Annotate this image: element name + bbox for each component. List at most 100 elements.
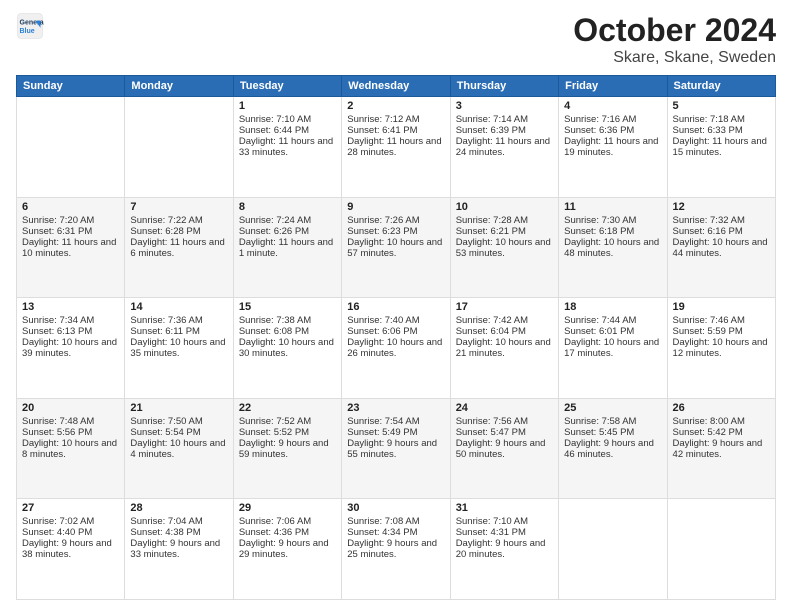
sunrise-text: Sunrise: 7:12 AM xyxy=(347,114,419,125)
sunset-text: Sunset: 6:06 PM xyxy=(347,326,417,337)
sunset-text: Sunset: 6:31 PM xyxy=(22,226,92,237)
daylight-text: Daylight: 10 hours and 57 minutes. xyxy=(347,237,442,259)
day-number: 4 xyxy=(564,100,661,112)
sunrise-text: Sunrise: 7:42 AM xyxy=(456,315,528,326)
day-number: 26 xyxy=(673,402,770,414)
day-number: 31 xyxy=(456,502,553,514)
sunrise-text: Sunrise: 7:14 AM xyxy=(456,114,528,125)
sunset-text: Sunset: 5:56 PM xyxy=(22,427,92,438)
cell-3-2: 22 Sunrise: 7:52 AM Sunset: 5:52 PM Dayl… xyxy=(233,398,341,499)
cell-1-6: 12 Sunrise: 7:32 AM Sunset: 6:16 PM Dayl… xyxy=(667,197,775,298)
week-row-0: 1 Sunrise: 7:10 AM Sunset: 6:44 PM Dayli… xyxy=(17,97,776,198)
cell-1-5: 11 Sunrise: 7:30 AM Sunset: 6:18 PM Dayl… xyxy=(559,197,667,298)
sunrise-text: Sunrise: 7:22 AM xyxy=(130,215,202,226)
cell-4-0: 27 Sunrise: 7:02 AM Sunset: 4:40 PM Dayl… xyxy=(17,499,125,600)
cell-1-0: 6 Sunrise: 7:20 AM Sunset: 6:31 PM Dayli… xyxy=(17,197,125,298)
cell-2-6: 19 Sunrise: 7:46 AM Sunset: 5:59 PM Dayl… xyxy=(667,298,775,399)
sunset-text: Sunset: 6:41 PM xyxy=(347,125,417,136)
header-thursday: Thursday xyxy=(450,76,558,97)
cell-3-3: 23 Sunrise: 7:54 AM Sunset: 5:49 PM Dayl… xyxy=(342,398,450,499)
cell-0-1 xyxy=(125,97,233,198)
header-friday: Friday xyxy=(559,76,667,97)
calendar-table: Sunday Monday Tuesday Wednesday Thursday… xyxy=(16,75,776,600)
sunset-text: Sunset: 6:33 PM xyxy=(673,125,743,136)
cell-2-4: 17 Sunrise: 7:42 AM Sunset: 6:04 PM Dayl… xyxy=(450,298,558,399)
sunset-text: Sunset: 4:34 PM xyxy=(347,527,417,538)
sunrise-text: Sunrise: 7:06 AM xyxy=(239,516,311,527)
daylight-text: Daylight: 10 hours and 26 minutes. xyxy=(347,337,442,359)
day-number: 21 xyxy=(130,402,227,414)
cell-4-6 xyxy=(667,499,775,600)
day-number: 5 xyxy=(673,100,770,112)
sunrise-text: Sunrise: 7:18 AM xyxy=(673,114,745,125)
sunrise-text: Sunrise: 7:36 AM xyxy=(130,315,202,326)
daylight-text: Daylight: 10 hours and 4 minutes. xyxy=(130,438,225,460)
day-number: 30 xyxy=(347,502,444,514)
sunrise-text: Sunrise: 7:02 AM xyxy=(22,516,94,527)
cell-2-1: 14 Sunrise: 7:36 AM Sunset: 6:11 PM Dayl… xyxy=(125,298,233,399)
daylight-text: Daylight: 11 hours and 6 minutes. xyxy=(130,237,224,259)
main-title: October 2024 xyxy=(573,12,776,49)
sunset-text: Sunset: 6:23 PM xyxy=(347,226,417,237)
day-number: 28 xyxy=(130,502,227,514)
daylight-text: Daylight: 9 hours and 46 minutes. xyxy=(564,438,654,460)
calendar-header-row: Sunday Monday Tuesday Wednesday Thursday… xyxy=(17,76,776,97)
sunrise-text: Sunrise: 7:52 AM xyxy=(239,416,311,427)
sunrise-text: Sunrise: 7:46 AM xyxy=(673,315,745,326)
sunset-text: Sunset: 6:21 PM xyxy=(456,226,526,237)
sunrise-text: Sunrise: 7:10 AM xyxy=(456,516,528,527)
daylight-text: Daylight: 10 hours and 53 minutes. xyxy=(456,237,551,259)
cell-4-5 xyxy=(559,499,667,600)
sunrise-text: Sunrise: 7:56 AM xyxy=(456,416,528,427)
sunset-text: Sunset: 6:13 PM xyxy=(22,326,92,337)
sunrise-text: Sunrise: 7:20 AM xyxy=(22,215,94,226)
sunrise-text: Sunrise: 7:08 AM xyxy=(347,516,419,527)
sunset-text: Sunset: 6:18 PM xyxy=(564,226,634,237)
sunset-text: Sunset: 6:39 PM xyxy=(456,125,526,136)
svg-text:Blue: Blue xyxy=(20,28,35,35)
header-saturday: Saturday xyxy=(667,76,775,97)
sunset-text: Sunset: 4:31 PM xyxy=(456,527,526,538)
week-row-4: 27 Sunrise: 7:02 AM Sunset: 4:40 PM Dayl… xyxy=(17,499,776,600)
day-number: 12 xyxy=(673,201,770,213)
sunset-text: Sunset: 6:11 PM xyxy=(130,326,200,337)
cell-0-5: 4 Sunrise: 7:16 AM Sunset: 6:36 PM Dayli… xyxy=(559,97,667,198)
sunset-text: Sunset: 4:38 PM xyxy=(130,527,200,538)
daylight-text: Daylight: 9 hours and 55 minutes. xyxy=(347,438,437,460)
cell-3-0: 20 Sunrise: 7:48 AM Sunset: 5:56 PM Dayl… xyxy=(17,398,125,499)
cell-3-5: 25 Sunrise: 7:58 AM Sunset: 5:45 PM Dayl… xyxy=(559,398,667,499)
sunrise-text: Sunrise: 7:04 AM xyxy=(130,516,202,527)
cell-2-3: 16 Sunrise: 7:40 AM Sunset: 6:06 PM Dayl… xyxy=(342,298,450,399)
daylight-text: Daylight: 10 hours and 44 minutes. xyxy=(673,237,768,259)
daylight-text: Daylight: 10 hours and 17 minutes. xyxy=(564,337,659,359)
cell-3-4: 24 Sunrise: 7:56 AM Sunset: 5:47 PM Dayl… xyxy=(450,398,558,499)
day-number: 10 xyxy=(456,201,553,213)
cell-1-1: 7 Sunrise: 7:22 AM Sunset: 6:28 PM Dayli… xyxy=(125,197,233,298)
sunrise-text: Sunrise: 7:10 AM xyxy=(239,114,311,125)
day-number: 3 xyxy=(456,100,553,112)
day-number: 9 xyxy=(347,201,444,213)
sunset-text: Sunset: 6:01 PM xyxy=(564,326,634,337)
day-number: 20 xyxy=(22,402,119,414)
daylight-text: Daylight: 9 hours and 20 minutes. xyxy=(456,538,546,560)
cell-0-2: 1 Sunrise: 7:10 AM Sunset: 6:44 PM Dayli… xyxy=(233,97,341,198)
header-sunday: Sunday xyxy=(17,76,125,97)
cell-4-1: 28 Sunrise: 7:04 AM Sunset: 4:38 PM Dayl… xyxy=(125,499,233,600)
week-row-2: 13 Sunrise: 7:34 AM Sunset: 6:13 PM Dayl… xyxy=(17,298,776,399)
day-number: 1 xyxy=(239,100,336,112)
cell-0-6: 5 Sunrise: 7:18 AM Sunset: 6:33 PM Dayli… xyxy=(667,97,775,198)
sunrise-text: Sunrise: 7:40 AM xyxy=(347,315,419,326)
cell-2-2: 15 Sunrise: 7:38 AM Sunset: 6:08 PM Dayl… xyxy=(233,298,341,399)
cell-1-3: 9 Sunrise: 7:26 AM Sunset: 6:23 PM Dayli… xyxy=(342,197,450,298)
day-number: 23 xyxy=(347,402,444,414)
sunrise-text: Sunrise: 7:34 AM xyxy=(22,315,94,326)
sunrise-text: Sunrise: 8:00 AM xyxy=(673,416,745,427)
sunset-text: Sunset: 5:49 PM xyxy=(347,427,417,438)
cell-1-2: 8 Sunrise: 7:24 AM Sunset: 6:26 PM Dayli… xyxy=(233,197,341,298)
cell-4-2: 29 Sunrise: 7:06 AM Sunset: 4:36 PM Dayl… xyxy=(233,499,341,600)
sunset-text: Sunset: 5:52 PM xyxy=(239,427,309,438)
sunrise-text: Sunrise: 7:26 AM xyxy=(347,215,419,226)
page: General Blue October 2024 Skare, Skane, … xyxy=(0,0,792,612)
week-row-1: 6 Sunrise: 7:20 AM Sunset: 6:31 PM Dayli… xyxy=(17,197,776,298)
sunrise-text: Sunrise: 7:32 AM xyxy=(673,215,745,226)
